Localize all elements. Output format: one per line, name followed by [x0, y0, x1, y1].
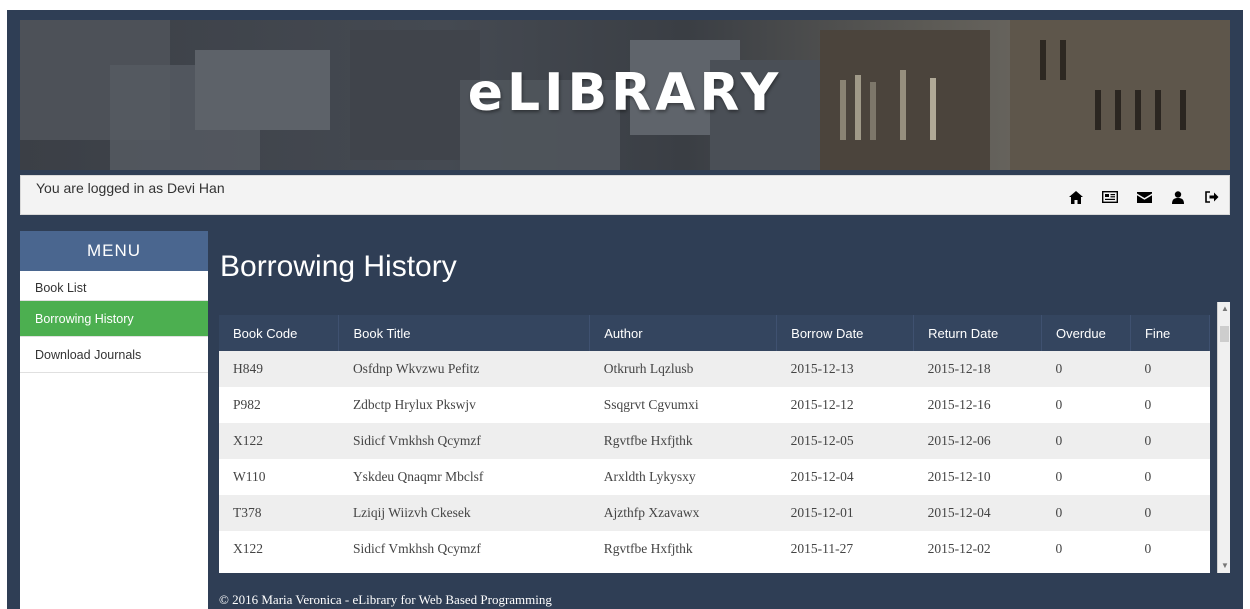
nav-icons: [1059, 188, 1229, 206]
scroll-down-icon[interactable]: ▼: [1221, 561, 1229, 571]
top-strip: [0, 0, 1250, 10]
return-date-cell: 2015-12-02: [927, 541, 991, 556]
borrow-date-cell: 2015-12-05: [790, 433, 854, 448]
logged-in-message: You are logged in as Devi Han: [36, 180, 225, 196]
table-row: X122 Sidicf Vmkhsh Qcymzf Rgvtfbe Hxfjth…: [219, 423, 1210, 459]
page-title: Borrowing History: [220, 250, 457, 283]
scroll-thumb[interactable]: [1220, 326, 1229, 342]
user-icon[interactable]: [1161, 188, 1195, 206]
borrow-date-cell: 2015-12-12: [790, 397, 854, 412]
user-bar: You are logged in as Devi Han: [20, 175, 1230, 215]
book-title-cell: Sidicf Vmkhsh Qcymzf: [352, 433, 481, 448]
newspaper-icon[interactable]: [1093, 188, 1127, 206]
sidebar-item-book-list[interactable]: Book List: [20, 271, 208, 301]
table-row: X122 Sidicf Vmkhsh Qcymzf Rgvtfbe Hxfjth…: [219, 531, 1210, 567]
column-header[interactable]: Book Title: [338, 315, 591, 351]
return-date-cell: 2015-12-16: [927, 397, 991, 412]
book-code-cell: X122: [233, 541, 263, 556]
book-title-cell: Lziqij Wiizvh Ckesek: [352, 505, 471, 520]
table-header-row: Book Code Book Title Author Borrow Date …: [219, 315, 1210, 351]
author-cell: Ssqgrvt Cgvumxi: [603, 397, 699, 412]
column-header[interactable]: Author: [589, 315, 778, 351]
borrow-date-cell: 2015-12-13: [790, 361, 854, 376]
column-header[interactable]: Borrow Date: [776, 315, 915, 351]
app-title: eLIBRARY: [467, 63, 783, 123]
book-title-cell: Zdbctp Hrylux Pkswjv: [352, 397, 476, 412]
table-row: T378 Lziqij Wiizvh Ckesek Ajzthfp Xzavaw…: [219, 495, 1210, 531]
author-cell: Arxldth Lykysxy: [603, 469, 696, 484]
table-scrollbar[interactable]: ▲ ▼: [1217, 302, 1230, 573]
fine-cell: 0: [1144, 469, 1152, 484]
borrow-date-cell: 2015-12-01: [790, 505, 854, 520]
sidebar: MENU Book List Borrowing History Downloa…: [20, 231, 208, 609]
fine-cell: 0: [1144, 361, 1152, 376]
column-header[interactable]: Book Code: [219, 315, 340, 351]
book-code-cell: H849: [233, 361, 263, 376]
return-date-cell: 2015-12-10: [927, 469, 991, 484]
home-icon[interactable]: [1059, 188, 1093, 206]
borrowing-table-container: Book Code Book Title Author Borrow Date …: [219, 315, 1210, 573]
author-cell: Ajzthfp Xzavawx: [603, 505, 700, 520]
footer-text: © 2016 Maria Veronica - eLibrary for Web…: [219, 592, 552, 607]
page-frame: eLIBRARY You are logged in as Devi Han M…: [7, 10, 1243, 609]
return-date-cell: 2015-12-04: [927, 505, 991, 520]
sidebar-item-download-journals[interactable]: Download Journals: [20, 337, 208, 373]
author-cell: Otkrurh Lqzlusb: [603, 361, 694, 376]
fine-cell: 0: [1144, 505, 1152, 520]
sidebar-item-borrowing-history[interactable]: Borrowing History: [20, 301, 208, 337]
return-date-cell: 2015-12-18: [927, 361, 991, 376]
table-row: W110 Yskdeu Qnaqmr Mbclsf Arxldth Lykysx…: [219, 459, 1210, 495]
overdue-cell: 0: [1055, 433, 1063, 448]
header-banner: eLIBRARY: [20, 20, 1230, 170]
borrow-date-cell: 2015-11-27: [790, 541, 854, 556]
overdue-cell: 0: [1055, 397, 1063, 412]
envelope-icon[interactable]: [1127, 188, 1161, 206]
book-code-cell: T378: [233, 505, 262, 520]
overdue-cell: 0: [1055, 361, 1063, 376]
book-code-cell: P982: [233, 397, 261, 412]
borrow-date-cell: 2015-12-04: [790, 469, 854, 484]
book-code-cell: W110: [233, 469, 266, 484]
table-row: P982 Zdbctp Hrylux Pkswjv Ssqgrvt Cgvumx…: [219, 387, 1210, 423]
scroll-up-icon[interactable]: ▲: [1221, 304, 1229, 314]
overdue-cell: 0: [1055, 541, 1063, 556]
column-header[interactable]: Fine: [1130, 315, 1210, 351]
book-code-cell: X122: [233, 433, 263, 448]
overdue-cell: 0: [1055, 469, 1063, 484]
column-header[interactable]: Return Date: [913, 315, 1043, 351]
overdue-cell: 0: [1055, 505, 1063, 520]
menu-title: MENU: [20, 231, 208, 271]
return-date-cell: 2015-12-06: [927, 433, 991, 448]
book-title-cell: Osfdnp Wkvzwu Pefitz: [352, 361, 480, 376]
book-title-cell: Yskdeu Qnaqmr Mbclsf: [352, 469, 484, 484]
borrowing-table: Book Code Book Title Author Borrow Date …: [219, 315, 1210, 567]
fine-cell: 0: [1144, 433, 1152, 448]
table-row: H849 Osfdnp Wkvzwu Pefitz Otkrurh Lqzlus…: [219, 351, 1210, 387]
fine-cell: 0: [1144, 541, 1152, 556]
fine-cell: 0: [1144, 397, 1152, 412]
book-title-cell: Sidicf Vmkhsh Qcymzf: [352, 541, 481, 556]
logout-icon[interactable]: [1195, 188, 1229, 206]
author-cell: Rgvtfbe Hxfjthk: [603, 541, 693, 556]
column-header[interactable]: Overdue: [1041, 315, 1131, 351]
author-cell: Rgvtfbe Hxfjthk: [603, 433, 693, 448]
